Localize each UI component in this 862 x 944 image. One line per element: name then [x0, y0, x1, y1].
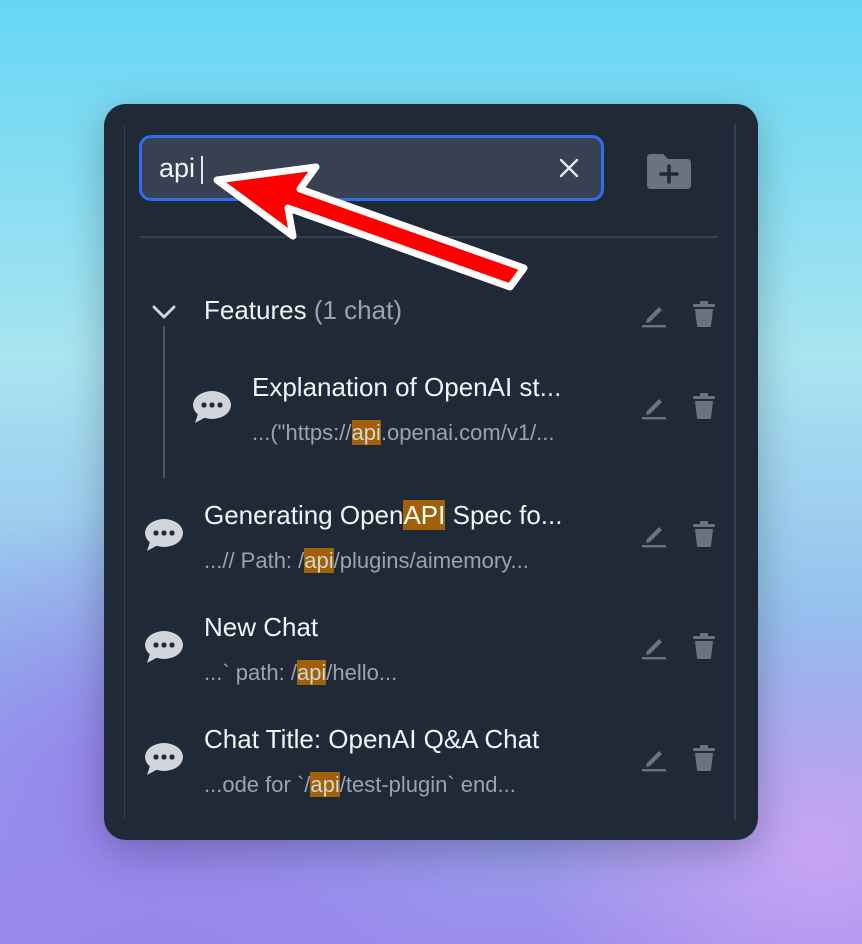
search-match: api — [296, 660, 327, 685]
folder-features[interactable]: Features (1 chat) — [104, 290, 758, 334]
chat-item[interactable]: Generating OpenAPI Spec fo... ...// Path… — [104, 490, 758, 580]
clear-search-button[interactable] — [554, 153, 584, 183]
pencil-icon — [642, 751, 666, 772]
chat-title: Explanation of OpenAI st... — [252, 372, 562, 402]
pencil-icon — [642, 399, 666, 420]
chat-bubble-icon — [193, 391, 231, 423]
pencil-icon — [642, 639, 666, 660]
folder-chat-count: (1 chat) — [313, 295, 402, 325]
chat-sidebar-panel: Features (1 chat) Explanation of OpenAI … — [104, 104, 758, 840]
search-match: api — [310, 772, 340, 797]
close-icon — [559, 158, 579, 178]
chat-item[interactable]: Explanation of OpenAI st... ...("https:/… — [104, 362, 758, 452]
chat-title: Generating OpenAPI Spec fo... — [204, 500, 563, 530]
delete-chat-button[interactable] — [690, 392, 718, 420]
search-input[interactable] — [159, 138, 539, 198]
folder-plus-icon — [647, 154, 691, 189]
edit-folder-button[interactable] — [640, 300, 668, 328]
chat-bubble-icon — [145, 519, 183, 551]
chat-snippet: ...("https://api.openai.com/v1/... — [252, 420, 555, 445]
folder-title: Features (1 chat) — [204, 295, 402, 326]
divider — [140, 236, 718, 238]
edit-chat-button[interactable] — [640, 520, 668, 548]
delete-folder-button[interactable] — [690, 300, 718, 328]
trash-icon — [693, 633, 715, 659]
edit-chat-button[interactable] — [640, 744, 668, 772]
trash-icon — [693, 393, 715, 419]
chat-bubble-icon — [145, 631, 183, 663]
trash-icon — [693, 745, 715, 771]
search-match: api — [351, 420, 381, 445]
search-box — [139, 135, 604, 201]
folder-name: Features — [204, 295, 307, 325]
chat-item[interactable]: Chat Title: OpenAI Q&A Chat ...ode for `… — [104, 714, 758, 804]
trash-icon — [693, 521, 715, 547]
trash-icon — [693, 301, 715, 327]
chat-item[interactable]: New Chat ...` path: /api/hello... — [104, 602, 758, 692]
chat-title: Chat Title: OpenAI Q&A Chat — [204, 724, 540, 754]
chat-title: New Chat — [204, 612, 319, 642]
chat-snippet: ...` path: /api/hello... — [204, 660, 398, 685]
chevron-down-icon[interactable] — [150, 298, 178, 326]
chat-snippet: ...ode for `/api/test-plugin` end... — [204, 772, 516, 797]
delete-chat-button[interactable] — [690, 632, 718, 660]
chat-bubble-icon — [145, 743, 183, 775]
delete-chat-button[interactable] — [690, 744, 718, 772]
edit-chat-button[interactable] — [640, 632, 668, 660]
delete-chat-button[interactable] — [690, 520, 718, 548]
pencil-icon — [642, 527, 666, 548]
pencil-icon — [642, 307, 666, 328]
text-caret — [201, 156, 203, 184]
edit-chat-button[interactable] — [640, 392, 668, 420]
search-match: API — [403, 500, 446, 530]
new-folder-button[interactable] — [644, 152, 694, 192]
chat-snippet: ...// Path: /api/plugins/aimemory... — [204, 548, 529, 573]
search-match: api — [304, 548, 334, 573]
